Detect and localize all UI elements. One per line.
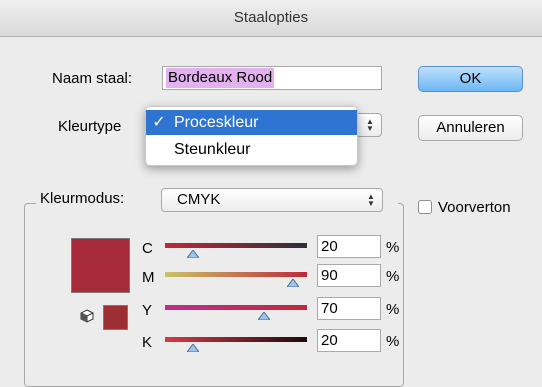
slider-thumb-icon[interactable] [187,250,200,258]
swatch-name-value: Bordeaux Rood [166,68,275,88]
channel-slider-track[interactable] [165,272,307,277]
window-title: Staalopties [233,9,309,26]
cancel-button[interactable]: Annuleren [418,115,523,141]
percent-unit-label: % [386,333,400,350]
preview-label: Voorverton [438,199,511,216]
menu-item-label: Proceskleur [174,114,259,131]
slider-thumb-icon[interactable] [258,312,271,320]
color-preview-swatch [71,238,130,293]
menu-item-label: Steunkleur [174,141,251,158]
channel-value-input[interactable]: 90 [317,264,381,287]
name-label: Naam staal: [52,70,133,87]
channel-slider-track[interactable] [165,337,307,342]
gamut-swatch[interactable] [103,305,128,330]
color-mode-value: CMYK [177,191,221,208]
slider-thumb-icon[interactable] [187,344,200,352]
out-of-gamut-cube-icon[interactable] [80,309,94,323]
channel-value-input[interactable]: 20 [317,235,381,258]
color-type-label: Kleurtype [58,118,122,135]
color-type-menu: ✓ Proceskleur Steunkleur [145,106,358,166]
popup-arrows-icon: ▲ ▼ [366,117,374,133]
preview-checkbox[interactable] [418,200,432,214]
title-bar: Staalopties [0,0,542,37]
percent-unit-label: % [386,268,400,285]
channel-slider-track[interactable] [165,243,307,248]
popup-arrows-icon: ▲ ▼ [367,192,375,208]
percent-unit-label: % [386,301,400,318]
channel-label: Y [142,302,153,319]
menu-item-proceskleur[interactable]: ✓ Proceskleur [146,110,357,135]
color-mode-label: Kleurmodus: [40,190,125,207]
checkmark-icon: ✓ [152,114,166,131]
channel-label: K [142,334,153,351]
ok-button[interactable]: OK [418,66,523,92]
swatch-name-input[interactable]: Bordeaux Rood [162,66,382,90]
slider-thumb-icon[interactable] [286,279,299,287]
channel-slider-track[interactable] [165,305,307,310]
channel-label: C [142,240,153,257]
channel-value-input[interactable]: 20 [317,329,381,352]
menu-item-steunkleur[interactable]: Steunkleur [146,137,357,162]
color-mode-group [24,203,404,387]
channel-value-input[interactable]: 70 [317,297,381,320]
channel-label: M [142,269,155,286]
color-mode-popup[interactable]: CMYK ▲ ▼ [161,188,383,212]
percent-unit-label: % [386,239,400,256]
